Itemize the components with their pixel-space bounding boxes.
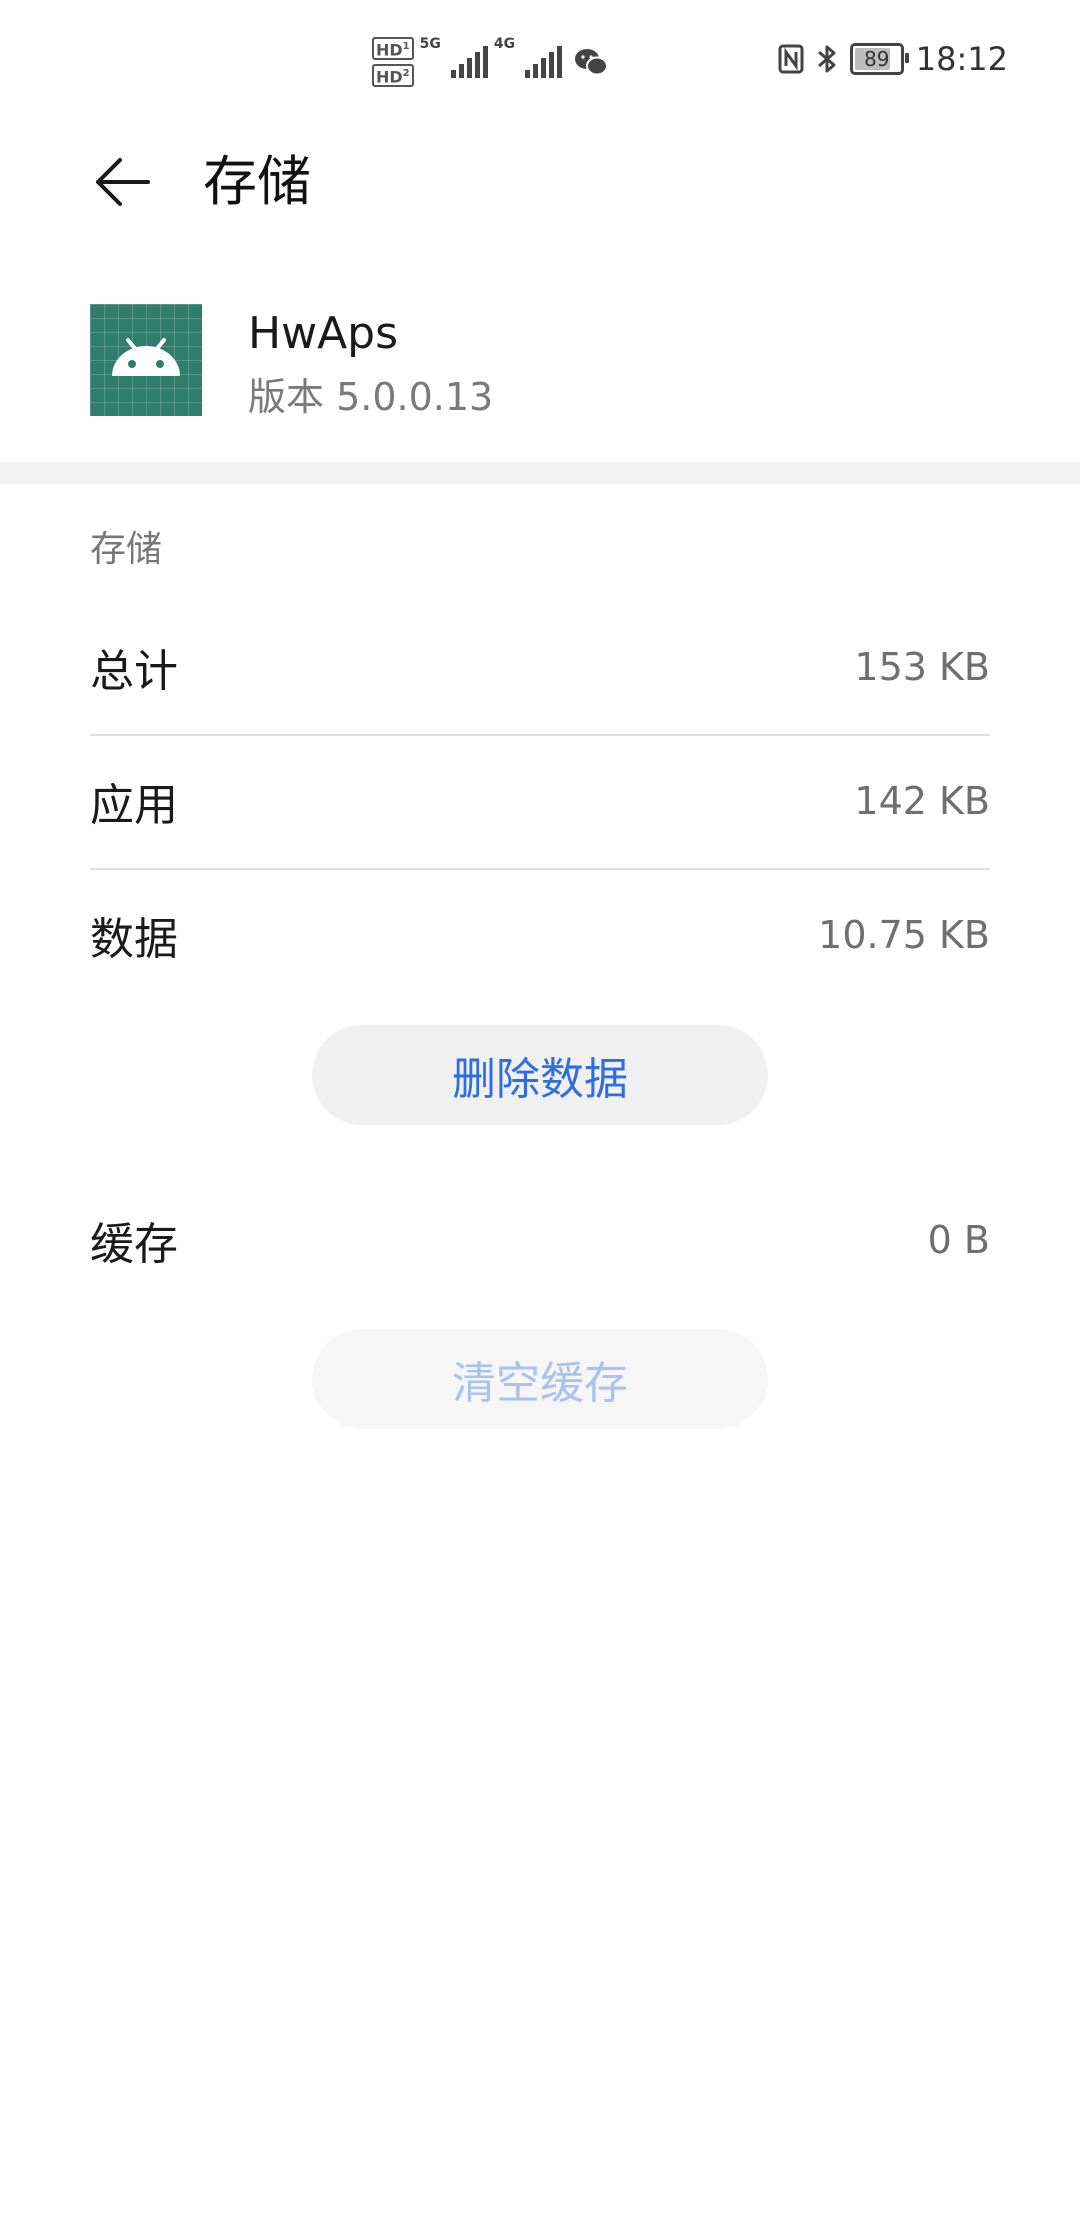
battery-level: 89 bbox=[864, 47, 890, 71]
hd-badges: HD1 HD2 bbox=[372, 36, 414, 88]
nfc-icon bbox=[778, 44, 804, 74]
delete-data-button[interactable]: 删除数据 bbox=[312, 1025, 768, 1125]
app-name: HwAps bbox=[248, 308, 399, 359]
page-title: 存储 bbox=[203, 150, 311, 213]
title-bar: 存储 bbox=[0, 126, 1080, 238]
storage-row-app: 应用 142 KB bbox=[90, 734, 990, 870]
hd2-badge: HD2 bbox=[372, 64, 414, 88]
row-label: 缓存 bbox=[90, 1219, 178, 1270]
network-indicators: HD1 HD2 5G 4G bbox=[372, 34, 609, 90]
status-right: 89 18:12 bbox=[778, 40, 1008, 78]
bluetooth-icon bbox=[817, 45, 836, 73]
row-label: 应用 bbox=[90, 780, 178, 831]
network-type-4g: 4G bbox=[493, 36, 516, 52]
network-type-5g: 5G bbox=[419, 36, 441, 52]
row-label: 数据 bbox=[90, 914, 178, 965]
row-value: 10.75 KB bbox=[818, 913, 990, 957]
app-info: HwAps 版本 5.0.0.13 bbox=[0, 282, 1080, 462]
section-label-storage: 存储 bbox=[90, 529, 163, 570]
storage-row-cache: 缓存 0 B bbox=[90, 1173, 990, 1307]
storage-row-total: 总计 153 KB bbox=[90, 600, 990, 736]
wechat-icon bbox=[575, 49, 609, 76]
android-app-icon bbox=[90, 304, 202, 416]
row-value: 142 KB bbox=[854, 779, 990, 823]
status-bar: HD1 HD2 5G 4G 89 18:12 bbox=[0, 0, 1080, 126]
clock: 18:12 bbox=[915, 40, 1008, 78]
section-divider bbox=[0, 462, 1080, 484]
hd1-badge: HD1 bbox=[372, 36, 414, 60]
row-value: 0 B bbox=[927, 1218, 990, 1262]
app-version: 版本 5.0.0.13 bbox=[248, 375, 494, 419]
signal-icon-2 bbox=[525, 46, 563, 78]
storage-row-data: 数据 10.75 KB bbox=[90, 868, 990, 1002]
back-arrow-icon[interactable] bbox=[90, 150, 154, 214]
row-value: 153 KB bbox=[854, 645, 990, 689]
signal-icon bbox=[450, 46, 488, 78]
clear-cache-button[interactable]: 清空缓存 bbox=[312, 1329, 768, 1429]
row-label: 总计 bbox=[90, 646, 178, 697]
battery-icon: 89 bbox=[849, 43, 909, 75]
